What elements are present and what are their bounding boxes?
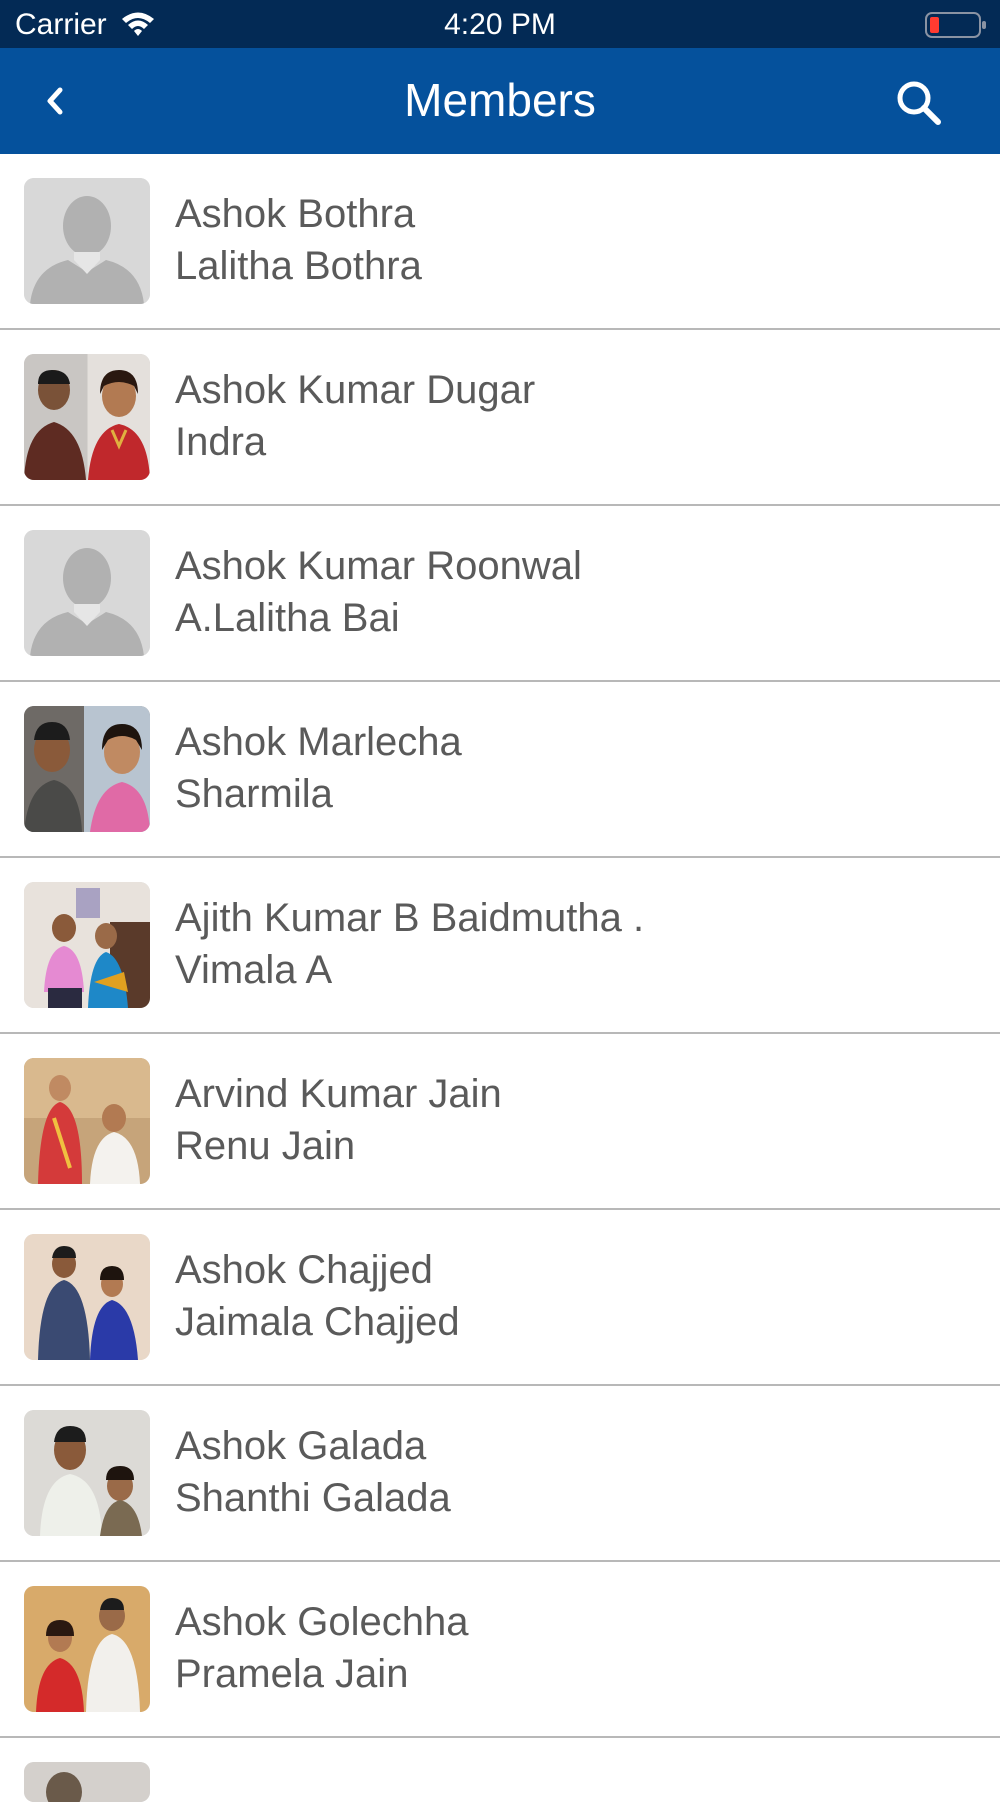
member-name: Ajith Kumar B Baidmutha .: [175, 896, 645, 940]
couple-photo: [24, 1234, 150, 1360]
status-time: 4:20 PM: [444, 8, 556, 41]
couple-photo: [24, 1410, 150, 1536]
search-button[interactable]: [890, 74, 950, 130]
member-row[interactable]: Ashok Kumar Roonwal A.Lalitha Bai: [0, 506, 1000, 682]
member-name: Ashok Golechha: [175, 1600, 469, 1644]
status-bar: Carrier 4:20 PM: [0, 0, 1000, 48]
member-name: Ashok Marlecha: [175, 720, 462, 764]
member-avatar: [24, 706, 150, 832]
member-row[interactable]: Ashok Golechha Pramela Jain: [0, 1562, 1000, 1738]
member-row[interactable]: Ajith Kumar B Baidmutha . Vimala A: [0, 858, 1000, 1034]
member-row[interactable]: Ashok Galada Shanthi Galada: [0, 1386, 1000, 1562]
search-icon: [897, 81, 941, 125]
page-title: Members: [404, 74, 596, 126]
member-avatar: [24, 1762, 150, 1802]
member-avatar: [24, 882, 150, 1008]
member-avatar: [24, 1586, 150, 1712]
navigation-bar: Members: [0, 48, 1000, 154]
member-row[interactable]: Arvind Kumar Jain Renu Jain: [0, 1034, 1000, 1210]
member-avatar: [24, 530, 150, 656]
spouse-name: Pramela Jain: [175, 1652, 409, 1696]
member-name: Ashok Galada: [175, 1424, 427, 1468]
spouse-name: Sharmila: [175, 772, 333, 816]
couple-photo: [24, 706, 150, 832]
spouse-name: Jaimala Chajjed: [175, 1300, 460, 1344]
spouse-name: Vimala A: [175, 948, 333, 992]
member-row[interactable]: Ashok Marlecha Sharmila: [0, 682, 1000, 858]
couple-photo: [24, 1058, 150, 1184]
member-name: Arvind Kumar Jain: [175, 1072, 502, 1116]
member-name: Ashok Chajjed: [175, 1248, 433, 1292]
spouse-name: Shanthi Galada: [175, 1476, 451, 1520]
person-placeholder-icon: [24, 530, 150, 656]
spouse-name: Renu Jain: [175, 1124, 356, 1168]
member-row[interactable]: Ashok Bothra Lalitha Bothra: [0, 154, 1000, 330]
member-avatar: [24, 1058, 150, 1184]
member-avatar: [24, 178, 150, 304]
couple-photo: [24, 1586, 150, 1712]
member-avatar: [24, 1410, 150, 1536]
member-row[interactable]: Ashok Kumar Dugar Indra: [0, 330, 1000, 506]
member-list: Ashok Bothra Lalitha Bothra Ashok Kumar …: [0, 154, 1000, 1802]
spouse-name: A.Lalitha Bai: [175, 596, 400, 640]
member-name: Ashok Kumar Dugar: [175, 368, 536, 412]
couple-photo: [24, 354, 150, 480]
spouse-name: Indra: [175, 420, 267, 464]
couple-photo: [24, 882, 150, 1008]
member-avatar: [24, 354, 150, 480]
member-name: Ashok Kumar Roonwal: [175, 544, 582, 588]
member-name: Ashok Bothra: [175, 192, 416, 236]
person-placeholder-icon: [24, 178, 150, 304]
spouse-name: Lalitha Bothra: [175, 244, 422, 288]
member-row[interactable]: Ashok Chajjed Jaimala Chajjed: [0, 1210, 1000, 1386]
battery-icon: [925, 12, 986, 38]
back-button[interactable]: [36, 74, 80, 128]
couple-photo: [24, 1762, 150, 1802]
member-avatar: [24, 1234, 150, 1360]
member-row[interactable]: [0, 1738, 1000, 1802]
chevron-left-icon: [47, 87, 63, 115]
